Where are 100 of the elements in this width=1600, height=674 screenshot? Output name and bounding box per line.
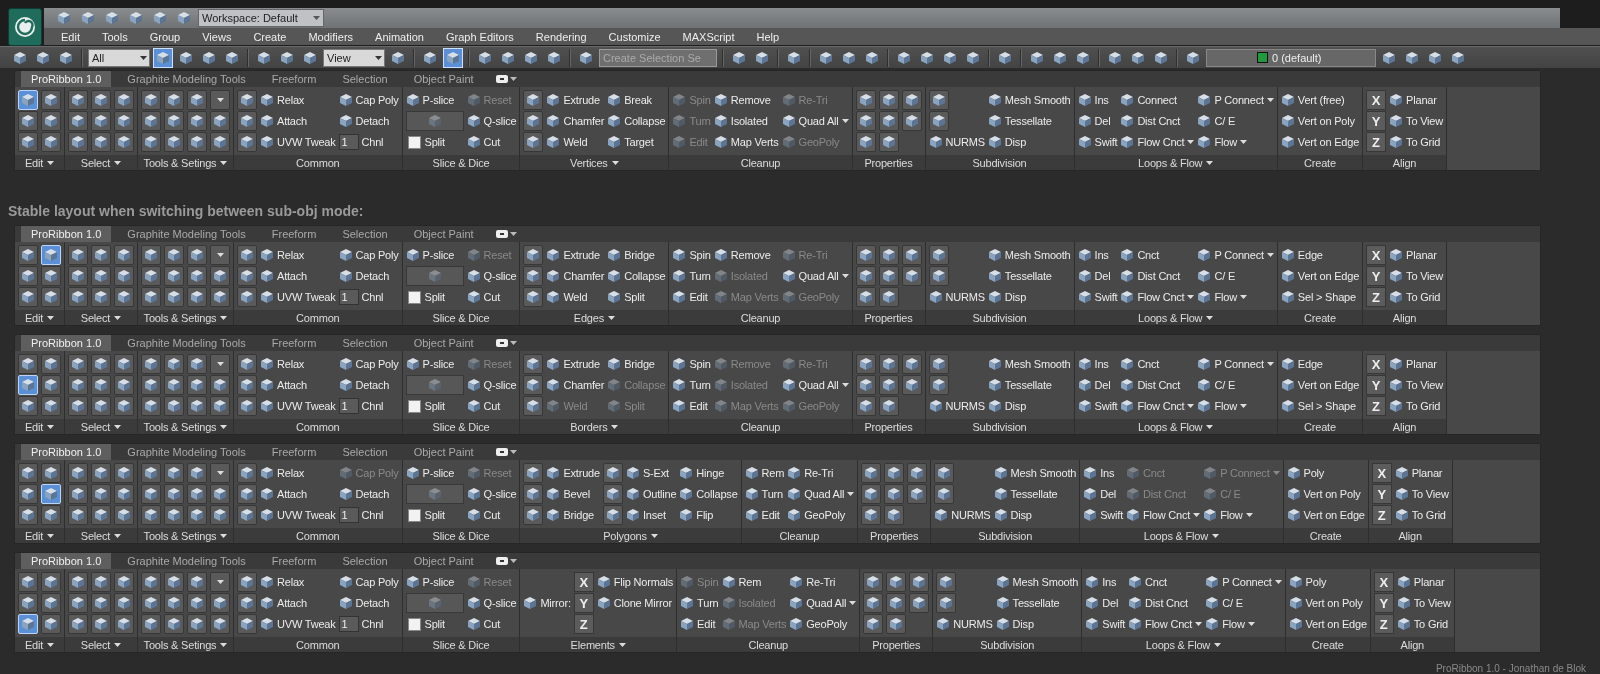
- tool-button[interactable]: [210, 132, 230, 152]
- tool-button[interactable]: [187, 593, 207, 613]
- tool-button[interactable]: To View: [1389, 375, 1443, 395]
- tool-button[interactable]: Ins: [1077, 90, 1118, 110]
- tool-button[interactable]: Cut: [466, 614, 517, 634]
- tool-button[interactable]: Extrude: [546, 354, 605, 374]
- tool-button[interactable]: [91, 572, 111, 592]
- tool-button[interactable]: [523, 375, 544, 395]
- tool-button[interactable]: [68, 572, 88, 592]
- tool-button[interactable]: [884, 505, 905, 525]
- axis-button[interactable]: Z: [1366, 132, 1387, 152]
- tool-button[interactable]: Vert on Edge: [1280, 375, 1360, 395]
- tool-button[interactable]: [68, 287, 88, 307]
- tool-button[interactable]: NURMS: [936, 614, 993, 634]
- panel-footer[interactable]: Edit: [15, 528, 64, 543]
- axis-button[interactable]: Y: [1371, 484, 1392, 504]
- tool-button[interactable]: To Grid: [1389, 287, 1443, 307]
- panel-footer[interactable]: Tools & Setings: [138, 419, 233, 434]
- tool-button[interactable]: [141, 111, 161, 131]
- tool-button[interactable]: [141, 593, 161, 613]
- tool-button[interactable]: Weld: [546, 132, 605, 152]
- ribbon-tab[interactable]: Freeform: [261, 226, 327, 242]
- ribbon-tab[interactable]: Selection: [332, 71, 398, 87]
- tool-button[interactable]: [164, 614, 184, 634]
- tool-button[interactable]: Remove: [713, 245, 779, 265]
- ribbon-tab[interactable]: ProRibbon 1.0: [21, 226, 112, 242]
- tool-button[interactable]: [928, 266, 949, 286]
- axis-button[interactable]: Z: [1366, 396, 1387, 416]
- tool-button[interactable]: Quad All: [787, 484, 855, 504]
- tool-button[interactable]: [886, 614, 907, 634]
- mode-button[interactable]: [18, 593, 38, 613]
- tool-button[interactable]: NURMS: [928, 132, 985, 152]
- tool-button[interactable]: [210, 396, 230, 416]
- tool-button[interactable]: [909, 593, 930, 613]
- ribbon-tab[interactable]: Graphite Modeling Tools: [117, 71, 256, 87]
- tool-button[interactable]: [602, 505, 623, 525]
- tool-button[interactable]: [91, 505, 111, 525]
- tool-button[interactable]: [878, 132, 899, 152]
- tool-button[interactable]: [187, 572, 207, 592]
- tool-button[interactable]: [901, 354, 922, 374]
- toolbar-button[interactable]: [153, 47, 173, 68]
- tool-button[interactable]: [909, 572, 930, 592]
- tool-button[interactable]: To View: [1394, 484, 1449, 504]
- tool-button[interactable]: [237, 572, 257, 592]
- tool-button[interactable]: [68, 396, 88, 416]
- tool-button[interactable]: [164, 375, 184, 395]
- tool-button[interactable]: UVW Tweak: [260, 396, 336, 416]
- tool-button[interactable]: [602, 484, 623, 504]
- tool-button[interactable]: Inset: [625, 505, 677, 525]
- tool-button[interactable]: Cap Poly: [338, 90, 399, 110]
- tool-button[interactable]: [164, 111, 184, 131]
- tool-button[interactable]: Vert on Edge: [1280, 132, 1360, 152]
- tool-button[interactable]: [141, 90, 161, 110]
- tool-button[interactable]: [68, 245, 88, 265]
- tool-button[interactable]: Turn: [672, 266, 711, 286]
- tool-button[interactable]: [91, 287, 111, 307]
- tool-button[interactable]: [187, 463, 207, 483]
- tool-button[interactable]: Spin: [672, 354, 711, 374]
- tool-button[interactable]: [141, 396, 161, 416]
- mode-button[interactable]: [18, 505, 38, 525]
- tool-button[interactable]: Vert on Poly: [1286, 484, 1365, 504]
- tool-button[interactable]: Poly: [1286, 463, 1365, 483]
- tool-button[interactable]: [210, 287, 230, 307]
- tool-button[interactable]: [878, 354, 899, 374]
- tool-button[interactable]: Disp: [987, 132, 1071, 152]
- tool-button[interactable]: [114, 375, 134, 395]
- panel-footer[interactable]: Elements: [520, 637, 677, 652]
- tool-button[interactable]: Relax: [260, 463, 336, 483]
- tool-button[interactable]: [164, 484, 184, 504]
- menu-item[interactable]: Modifiers: [297, 28, 365, 45]
- tool-button[interactable]: [237, 396, 257, 416]
- tool-button[interactable]: [187, 505, 207, 525]
- tool-button[interactable]: [187, 614, 207, 634]
- tool-button[interactable]: Bridge: [546, 505, 600, 525]
- menu-item[interactable]: Views: [191, 28, 243, 45]
- tool-button[interactable]: [523, 132, 544, 152]
- tool-button[interactable]: [523, 505, 544, 525]
- tool-button[interactable]: P-slice: [405, 245, 464, 265]
- tool-button[interactable]: Turn: [680, 593, 719, 613]
- menu-item[interactable]: Tools: [90, 28, 139, 45]
- panel-footer[interactable]: Select: [65, 419, 137, 434]
- tool-button[interactable]: Cut: [466, 505, 517, 525]
- tool-button[interactable]: Dist Cnct: [1120, 375, 1195, 395]
- tool-button[interactable]: UVW Tweak: [260, 505, 336, 525]
- tool-button[interactable]: Tessellate: [987, 266, 1071, 286]
- tool-button[interactable]: [68, 375, 88, 395]
- tool-button[interactable]: [855, 90, 876, 110]
- mode-button[interactable]: [41, 111, 61, 131]
- tool-button[interactable]: Collapse: [607, 266, 666, 286]
- app-menu-button[interactable]: [8, 8, 42, 46]
- panel-footer[interactable]: Polygons: [520, 528, 741, 543]
- tool-button[interactable]: Swift: [1077, 287, 1118, 307]
- tool-button[interactable]: To View: [1396, 593, 1451, 613]
- tool-button[interactable]: [237, 245, 257, 265]
- tool-button[interactable]: [114, 572, 134, 592]
- tool-button[interactable]: [523, 111, 544, 131]
- tool-button[interactable]: [523, 245, 544, 265]
- tool-button[interactable]: Tessellate: [987, 375, 1071, 395]
- tool-button[interactable]: [187, 287, 207, 307]
- tool-button[interactable]: [91, 354, 111, 374]
